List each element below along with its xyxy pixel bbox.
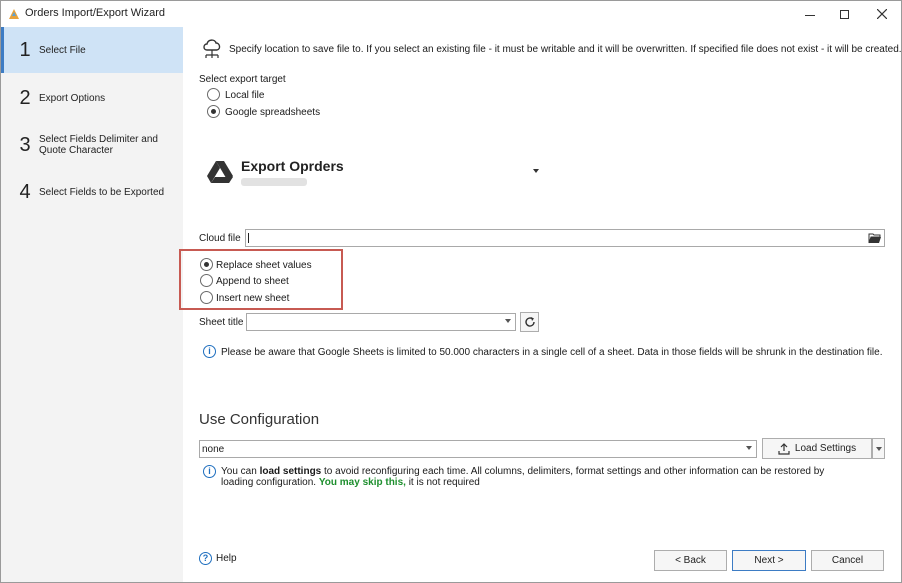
export-target-label: Select export target — [199, 74, 286, 85]
minimize-icon — [805, 14, 815, 16]
text-caret — [248, 233, 249, 243]
wizard-steps-sidebar: 1 Select File 2 Export Options 3 Select … — [1, 27, 183, 582]
step-label: Select Fields to be Exported — [39, 186, 165, 198]
replace-sheet-values-label: Replace sheet values — [216, 260, 312, 271]
sheet-title-select[interactable] — [246, 313, 516, 331]
chevron-down-icon — [505, 319, 511, 323]
configuration-value: none — [202, 444, 225, 455]
load-settings-button[interactable]: Load Settings — [762, 438, 872, 459]
google-drive-icon — [207, 161, 233, 183]
refresh-sheets-button[interactable] — [520, 312, 539, 332]
google-sheets-limit-note: Please be aware that Google Sheets is li… — [221, 347, 883, 358]
local-file-label: Local file — [225, 90, 265, 101]
config-info-part: You can — [221, 466, 260, 477]
step-number: 4 — [19, 180, 31, 203]
google-spreadsheets-radio[interactable] — [207, 105, 220, 118]
step-select-delimiter[interactable]: 3 Select Fields Delimiter and Quote Char… — [1, 129, 183, 161]
chevron-down-icon — [746, 446, 752, 450]
cancel-label: Cancel — [831, 555, 864, 566]
step-number: 1 — [19, 38, 31, 61]
configuration-select[interactable]: none — [199, 440, 757, 458]
google-account-selector[interactable]: Export Oprders — [205, 155, 545, 191]
step-label: Select File — [39, 44, 86, 56]
upload-icon — [778, 442, 790, 455]
location-description: Specify location to save file to. If you… — [229, 44, 902, 55]
step-number: 2 — [19, 86, 31, 109]
cloud-save-icon — [203, 39, 221, 58]
refresh-icon — [524, 317, 535, 327]
step-label: Select Fields Delimiter and Quote Charac… — [39, 134, 158, 156]
folder-open-icon[interactable] — [868, 232, 882, 244]
app-icon — [9, 9, 19, 19]
load-settings-dropdown[interactable] — [872, 438, 885, 459]
window-title: Orders Import/Export Wizard — [25, 7, 165, 19]
minimize-button[interactable] — [799, 4, 821, 24]
config-info-bold: load settings — [259, 466, 322, 477]
main-panel: Specify location to save file to. If you… — [179, 27, 902, 582]
back-button[interactable]: < Back — [654, 550, 727, 571]
account-name: Export Oprders — [241, 158, 344, 174]
config-heading: Use Configuration — [199, 411, 320, 428]
local-file-radio[interactable] — [207, 88, 220, 101]
next-button[interactable]: Next > — [732, 550, 806, 571]
chevron-down-icon — [875, 446, 882, 451]
title-bar: Orders Import/Export Wizard — [1, 1, 901, 27]
load-settings-label: Load Settings — [794, 443, 857, 454]
insert-new-sheet-label: Insert new sheet — [216, 293, 290, 304]
step-select-file[interactable]: 1 Select File — [1, 27, 183, 73]
maximize-icon — [839, 9, 849, 19]
cloud-file-label: Cloud file — [199, 233, 241, 244]
close-button[interactable] — [871, 4, 893, 24]
help-label: Help — [216, 553, 237, 564]
append-to-sheet-radio[interactable] — [200, 274, 213, 287]
info-icon: i — [203, 465, 216, 478]
chevron-down-icon — [533, 169, 539, 173]
step-select-fields[interactable]: 4 Select Fields to be Exported — [1, 177, 183, 207]
back-label: < Back — [675, 555, 706, 566]
google-spreadsheets-label: Google spreadsheets — [225, 107, 321, 118]
cancel-button[interactable]: Cancel — [811, 550, 884, 571]
help-icon: ? — [199, 552, 212, 565]
step-number: 3 — [19, 133, 31, 156]
info-icon: i — [203, 345, 216, 358]
account-email-redacted — [241, 178, 307, 186]
help-link[interactable]: ? Help — [199, 552, 237, 565]
insert-new-sheet-radio[interactable] — [200, 291, 213, 304]
config-info-part: it is not required — [405, 477, 480, 488]
cloud-file-input[interactable] — [245, 229, 885, 247]
maximize-button[interactable] — [833, 4, 855, 24]
step-export-options[interactable]: 2 Export Options — [1, 83, 183, 113]
config-info-text: You can load settings to avoid reconfigu… — [221, 466, 851, 488]
sheet-title-label: Sheet title — [199, 317, 244, 328]
append-to-sheet-label: Append to sheet — [216, 276, 289, 287]
config-info-skip: You may skip this, — [318, 477, 406, 488]
step-label: Export Options — [39, 92, 106, 104]
next-label: Next > — [754, 555, 784, 566]
close-icon — [877, 9, 887, 19]
replace-sheet-values-radio[interactable] — [200, 258, 213, 271]
wizard-window: Orders Import/Export Wizard 1 Select Fil… — [0, 0, 902, 583]
